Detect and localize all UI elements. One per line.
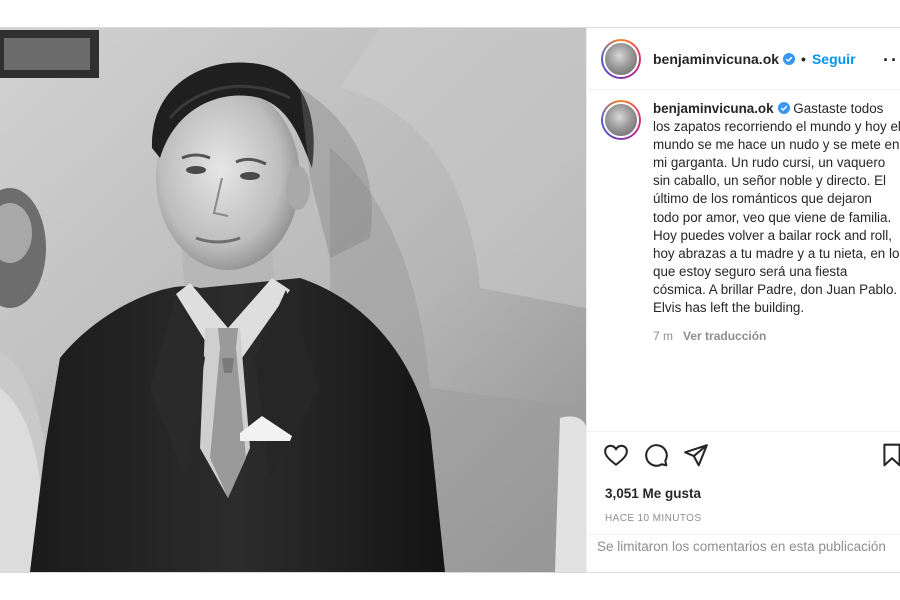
instagram-post: benjaminvicuna.ok • Seguir ··· benjaminv… <box>0 27 900 573</box>
post-photo[interactable] <box>0 28 586 572</box>
separator-dot: • <box>801 50 806 67</box>
paper-plane-icon[interactable] <box>683 442 709 468</box>
divider <box>587 534 900 535</box>
caption-meta: 7 m Ver traducción <box>653 327 900 345</box>
post-timestamp[interactable]: HACE 10 MINUTOS <box>605 513 701 524</box>
follow-button[interactable]: Seguir <box>812 51 856 67</box>
comments-limited-notice: Se limitaron los comentarios en esta pub… <box>597 539 886 554</box>
vintage-portrait-image <box>0 28 586 572</box>
verified-badge-icon <box>783 52 796 65</box>
caption-text: Gastaste todos los zapatos recorriendo e… <box>653 101 900 316</box>
post-username[interactable]: benjaminvicuna.ok <box>653 51 779 67</box>
caption-username[interactable]: benjaminvicuna.ok <box>653 101 774 116</box>
caption-avatar[interactable] <box>601 100 641 140</box>
bookmark-icon[interactable] <box>879 442 900 468</box>
post-sidebar: benjaminvicuna.ok • Seguir ··· benjaminv… <box>586 28 900 572</box>
caption: benjaminvicuna.ok Gastaste todos los zap… <box>653 100 900 345</box>
post-header: benjaminvicuna.ok • Seguir ··· <box>587 28 900 90</box>
translate-link[interactable]: Ver traducción <box>683 329 766 343</box>
caption-block: benjaminvicuna.ok Gastaste todos los zap… <box>601 100 900 345</box>
caption-age: 7 m <box>653 329 674 344</box>
verified-badge-icon <box>777 102 790 114</box>
likes-count[interactable]: 3,051 Me gusta <box>605 486 701 501</box>
heart-icon[interactable] <box>603 442 629 468</box>
divider <box>587 431 900 432</box>
more-options-icon[interactable]: ··· <box>883 50 900 71</box>
action-bar <box>603 442 900 470</box>
avatar[interactable] <box>601 38 641 79</box>
comment-bubble-icon[interactable] <box>643 442 669 468</box>
